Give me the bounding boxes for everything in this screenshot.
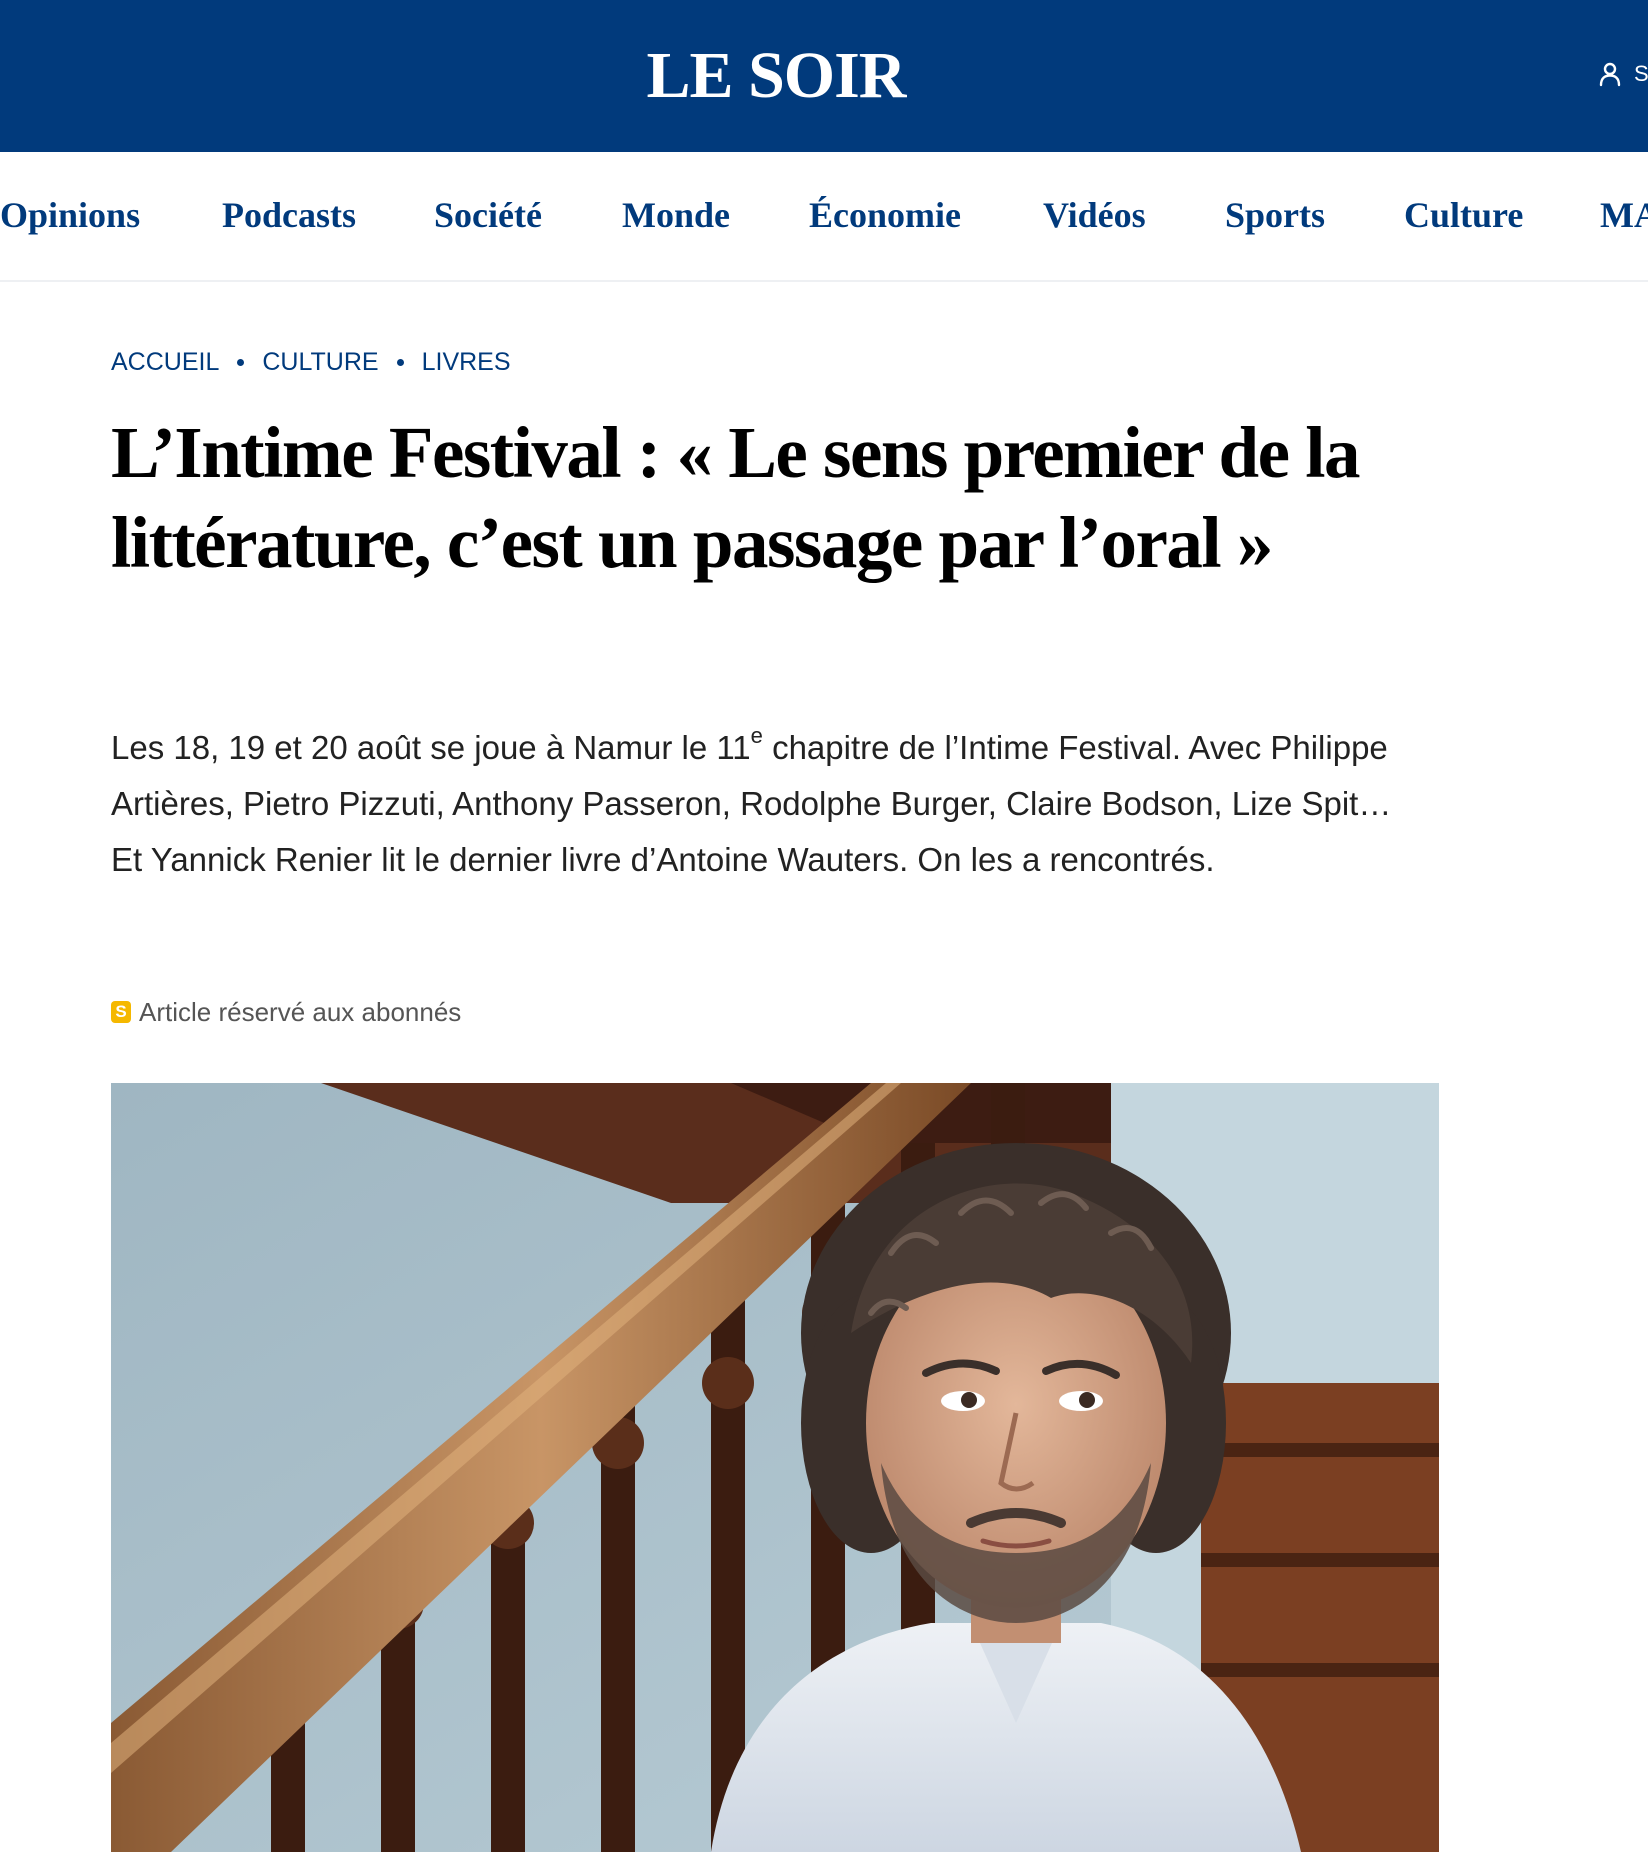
site-header: LE SOIR S [0,0,1648,152]
article-title: L’Intime Festival : « Le sens premier de… [111,412,1361,583]
nav-item-monde[interactable]: Monde [622,190,730,240]
lead-text-part1: Les 18, 19 et 20 août se joue à Namur le… [111,729,751,766]
breadcrumb-separator [396,358,404,366]
breadcrumb-accueil[interactable]: ACCUEIL [111,348,219,377]
breadcrumb-livres[interactable]: LIVRES [422,348,511,377]
account-label: S [1634,61,1648,86]
subscriber-notice: S Article réservé aux abonnés [111,996,461,1028]
article-lead: Les 18, 19 et 20 août se joue à Namur le… [111,720,1421,888]
subscriber-label: Article réservé aux abonnés [139,996,462,1027]
breadcrumb-separator [237,358,245,366]
nav-item-ma[interactable]: MA [1600,190,1648,240]
nav-item-culture[interactable]: Culture [1404,190,1523,240]
nav-item-podcasts[interactable]: Podcasts [222,190,356,240]
user-icon [1599,62,1621,87]
nav-item-opinions[interactable]: Opinions [0,190,140,240]
hero-photo-illustration [111,1083,1439,1852]
nav-item-sports[interactable]: Sports [1225,190,1325,240]
subscriber-badge-icon: S [111,1001,131,1023]
hero-image[interactable] [111,1083,1439,1852]
account-button[interactable]: S [1598,58,1648,90]
nav-item-societe[interactable]: Société [434,190,542,240]
main-nav: Opinions Podcasts Société Monde Économie… [0,152,1648,282]
breadcrumb-culture[interactable]: CULTURE [262,348,378,377]
site-logo[interactable]: LE SOIR [640,36,912,116]
lead-superscript: e [750,723,763,748]
nav-item-economie[interactable]: Économie [809,190,961,240]
nav-item-videos[interactable]: Vidéos [1043,190,1146,240]
breadcrumb: ACCUEIL CULTURE LIVRES [111,345,511,379]
